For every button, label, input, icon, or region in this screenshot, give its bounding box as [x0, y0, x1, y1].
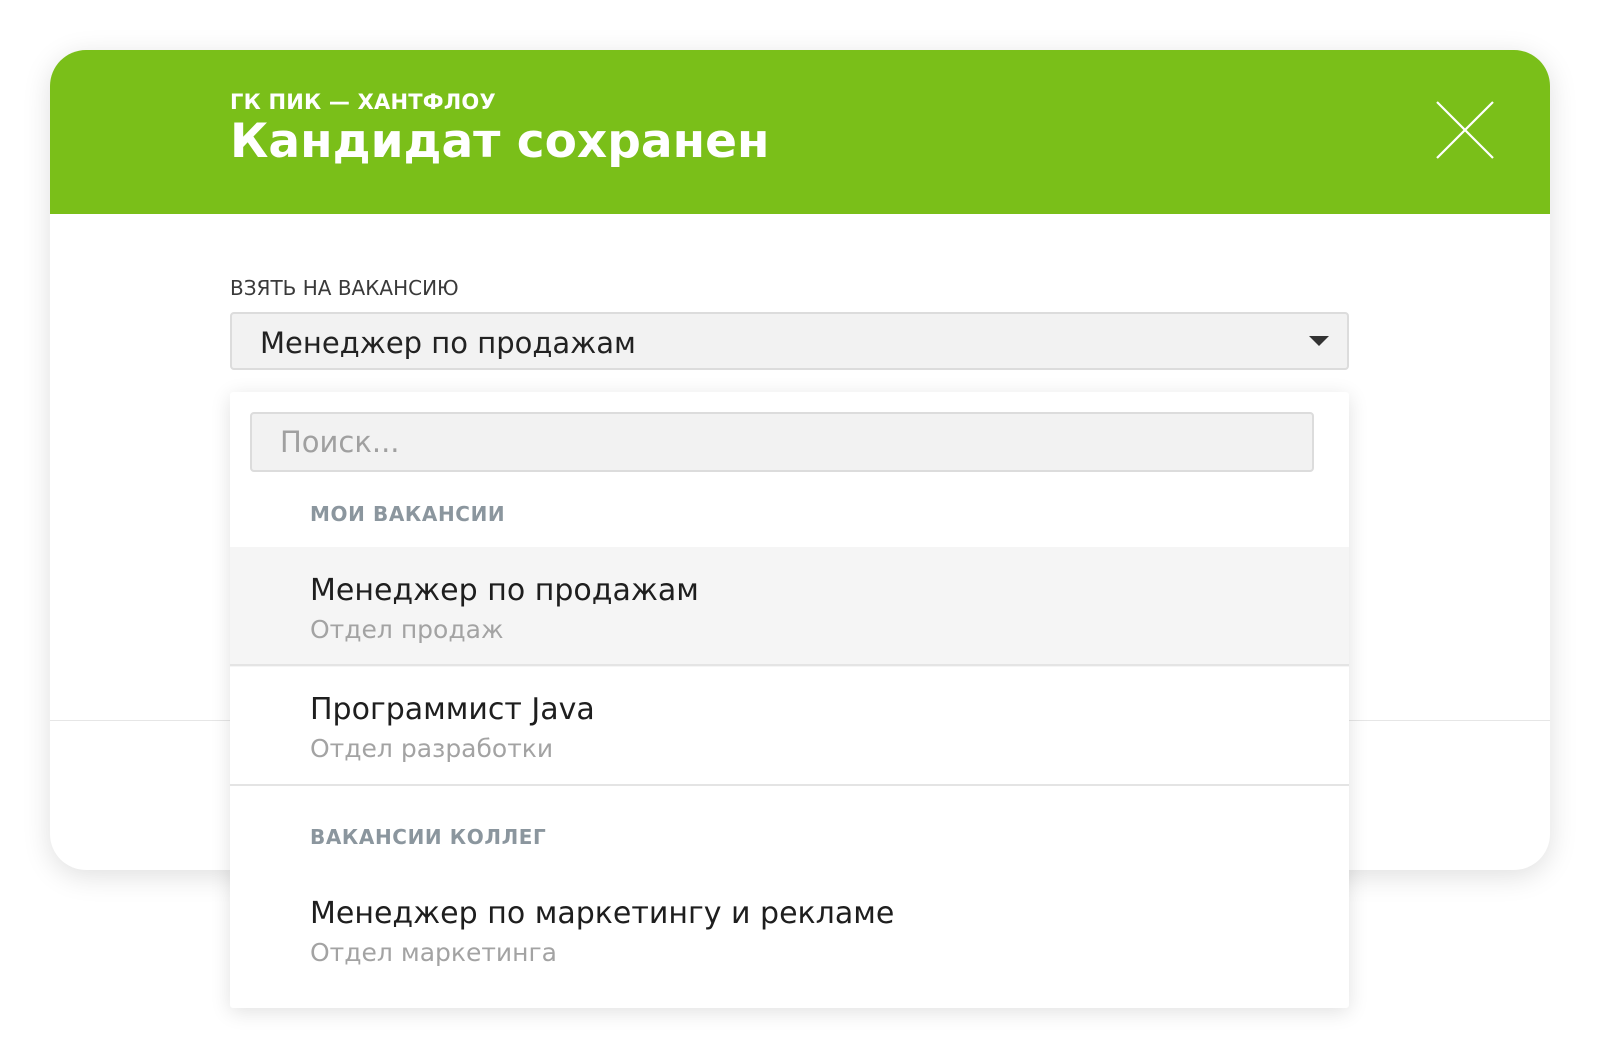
- modal-header: ГК ПИК — ХАНТФЛОУ Кандидат сохранен: [50, 50, 1550, 214]
- option-title: Программист Java: [310, 692, 595, 727]
- chevron-down-icon: [1309, 336, 1329, 346]
- vacancy-option-sales-manager[interactable]: Менеджер по продажам Отдел продаж: [230, 547, 1349, 667]
- option-department: Отдел разработки: [310, 734, 554, 763]
- vacancy-field-label: ВЗЯТЬ НА ВАКАНСИЮ: [230, 276, 459, 300]
- vacancy-select-value: Менеджер по продажам: [260, 326, 636, 360]
- vacancy-select[interactable]: Менеджер по продажам: [230, 312, 1349, 370]
- company-subtitle: ГК ПИК — ХАНТФЛОУ: [230, 90, 496, 114]
- vacancy-option-java-developer[interactable]: Программист Java Отдел разработки: [230, 666, 1349, 786]
- vacancy-dropdown: МОИ ВАКАНСИИ Менеджер по продажам Отдел …: [230, 392, 1349, 1008]
- option-department: Отдел маркетинга: [310, 938, 557, 967]
- group-header-my-vacancies: МОИ ВАКАНСИИ: [310, 502, 506, 526]
- close-icon[interactable]: [1435, 100, 1495, 160]
- modal-title: Кандидат сохранен: [230, 114, 770, 169]
- group-header-colleague-vacancies: ВАКАНСИИ КОЛЛЕГ: [310, 825, 547, 849]
- option-title: Менеджер по маркетингу и рекламе: [310, 896, 895, 931]
- option-department: Отдел продаж: [310, 615, 504, 644]
- vacancy-option-marketing-manager[interactable]: Менеджер по маркетингу и рекламе Отдел м…: [230, 870, 1349, 990]
- search-input[interactable]: [250, 412, 1314, 472]
- group-divider: [230, 784, 1349, 786]
- option-title: Менеджер по продажам: [310, 573, 699, 608]
